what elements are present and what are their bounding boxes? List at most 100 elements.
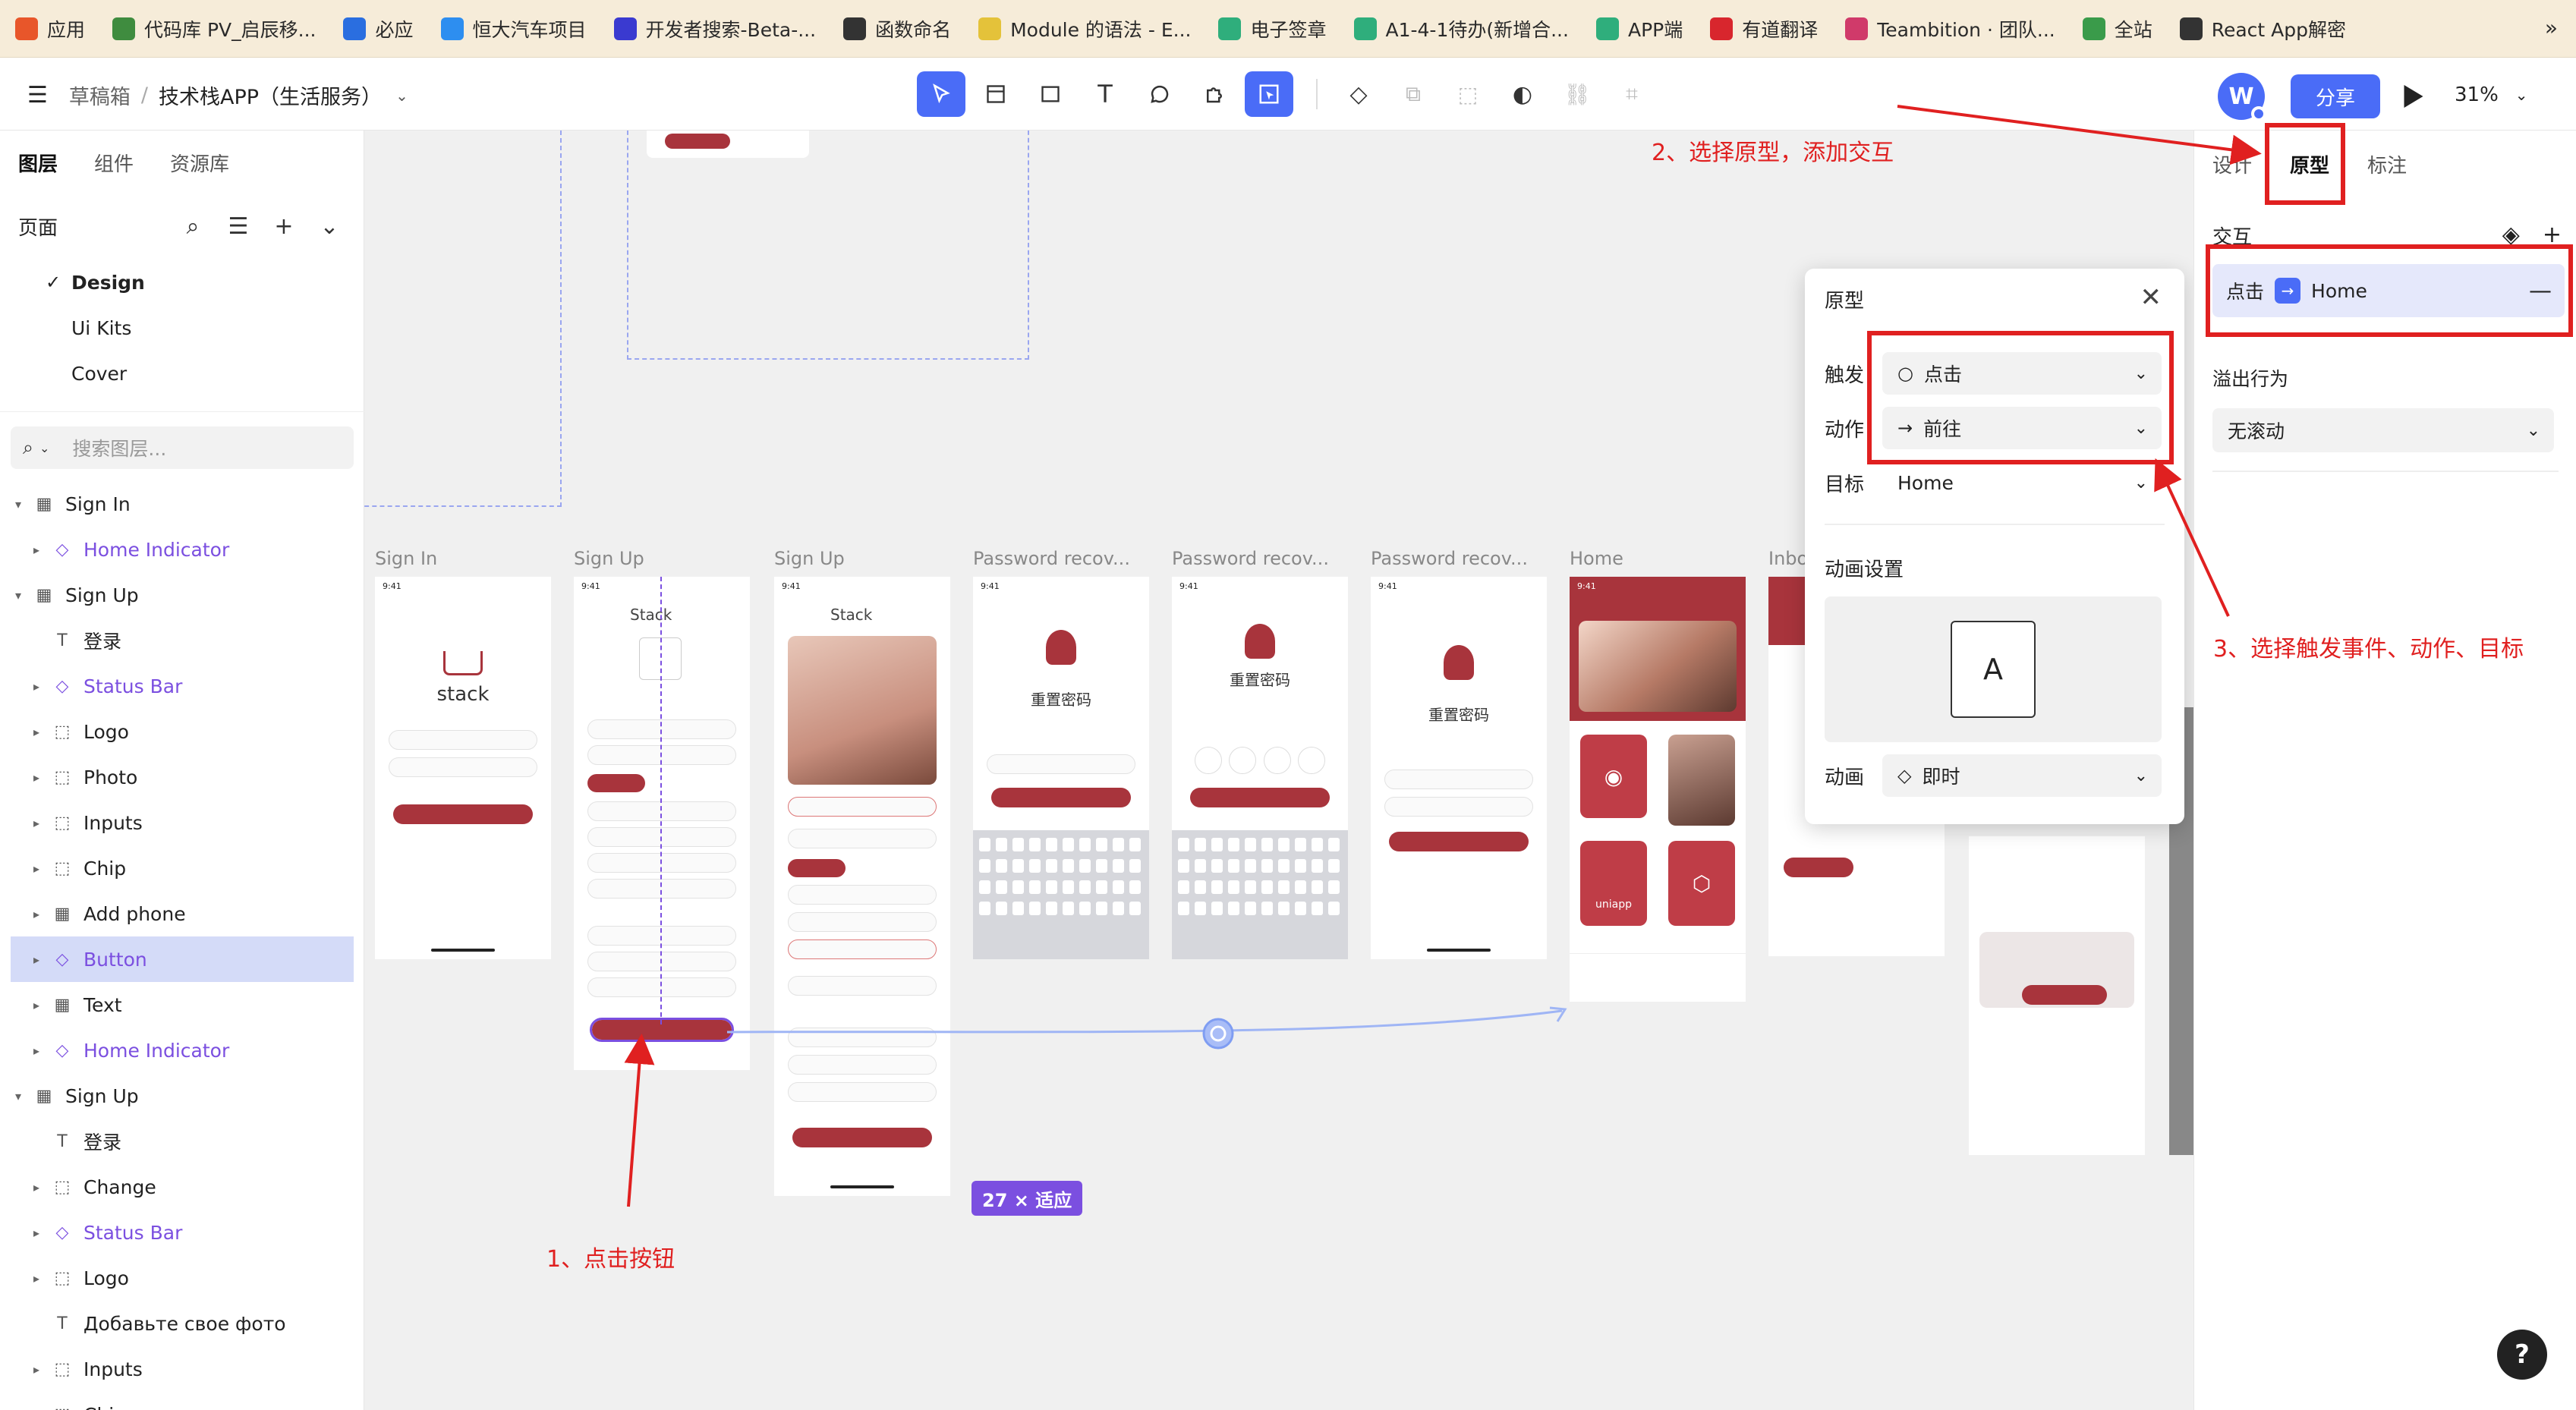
keyboard-key[interactable] (1195, 902, 1206, 915)
layer-row[interactable]: ▸ ⬚ Chip (11, 845, 354, 891)
bookmark-item[interactable]: 开发者搜索-Beta-... (613, 15, 816, 42)
page-item-cover[interactable]: Cover (0, 351, 364, 396)
keyboard-key[interactable] (1278, 859, 1290, 873)
keyboard-key[interactable] (1211, 859, 1223, 873)
keyboard-key[interactable] (979, 859, 990, 873)
page-item-design[interactable]: ✓ Design (0, 260, 364, 305)
submit-button[interactable] (792, 1128, 932, 1147)
keyboard-key[interactable] (1129, 859, 1141, 873)
uniapp-tile[interactable]: uniapp (1580, 841, 1647, 926)
layer-row[interactable]: ▾ ▦ Sign In (11, 481, 354, 527)
input-field[interactable] (587, 827, 736, 847)
bookmark-item[interactable]: 代码库 PV_启辰移... (112, 15, 316, 42)
submit-button[interactable] (1190, 788, 1330, 807)
layer-row[interactable]: T 登录 (11, 1119, 354, 1164)
keyboard-key[interactable] (1063, 880, 1074, 894)
caret-right-icon[interactable]: ▸ (29, 679, 44, 694)
phone-frame-password-recovery-2[interactable]: 9:41 重置密码 (1172, 577, 1348, 959)
zoom-select[interactable]: 31% ⌄ (2455, 83, 2528, 106)
input-field[interactable] (1384, 770, 1533, 789)
keyboard-key[interactable] (1261, 838, 1273, 851)
project-title[interactable]: 技术栈APP（生活服务） (159, 80, 382, 110)
keyboard-key[interactable] (1096, 838, 1107, 851)
layer-row[interactable]: ▾ ▦ Sign Up (11, 572, 354, 618)
input-field[interactable] (587, 745, 736, 765)
frame-label[interactable]: Password recov... (973, 548, 1130, 569)
bookmarks-more-icon[interactable]: » (2545, 15, 2558, 40)
animation-select[interactable]: ◇ 即时 ⌄ (1882, 754, 2162, 797)
keyboard-key[interactable] (1261, 859, 1273, 873)
caret-right-icon[interactable]: ▸ (29, 907, 44, 921)
prototype-tool-button[interactable] (1245, 71, 1293, 117)
keyboard-key[interactable] (1079, 859, 1091, 873)
keyboard-key[interactable] (1195, 859, 1206, 873)
input-field[interactable] (788, 1028, 937, 1047)
layer-row[interactable]: ▸ ⬚ Chip (11, 1392, 354, 1410)
bookmark-item[interactable]: 恒大汽车项目 (440, 15, 587, 42)
keyboard-key[interactable] (1079, 902, 1091, 915)
keyboard-key[interactable] (1312, 880, 1323, 894)
tab-layers[interactable]: 图层 (18, 149, 58, 177)
submit-button[interactable] (991, 788, 1131, 807)
bookmark-item[interactable]: A1-4-1待办(新增合... (1353, 15, 1569, 42)
keyboard-key[interactable] (1046, 902, 1057, 915)
keyboard-key[interactable] (1245, 880, 1256, 894)
caret-right-icon[interactable]: ▸ (29, 1226, 44, 1240)
tab-annotation[interactable]: 标注 (2367, 150, 2407, 178)
input-field[interactable] (788, 797, 937, 817)
menu-icon[interactable]: ☰ (27, 82, 48, 109)
layer-row[interactable]: T 登录 (11, 618, 354, 663)
input-field[interactable] (587, 926, 736, 946)
keyboard-key[interactable] (1096, 880, 1107, 894)
keyboard-key[interactable] (1228, 859, 1239, 873)
camera-tile[interactable]: ◉ (1580, 735, 1647, 818)
caret-down-icon[interactable]: ▾ (11, 497, 26, 511)
tab-assets[interactable]: 资源库 (170, 149, 229, 177)
keyboard-key[interactable] (1012, 902, 1024, 915)
keyboard-key[interactable] (1012, 838, 1024, 851)
caret-right-icon[interactable]: ▸ (29, 952, 44, 967)
frame-label[interactable]: Sign Up (574, 548, 644, 569)
layer-row[interactable]: ▸ ◇ Home Indicator (11, 527, 354, 572)
keyboard-key[interactable] (1029, 838, 1041, 851)
caret-right-icon[interactable]: ▸ (29, 1362, 44, 1377)
layer-row[interactable]: ▸ ▦ Text (11, 982, 354, 1028)
keyboard-key[interactable] (1046, 838, 1057, 851)
keyboard-key[interactable] (1096, 859, 1107, 873)
keyboard-key[interactable] (979, 838, 990, 851)
input-field[interactable] (788, 829, 937, 848)
text-tool-button[interactable]: T (1081, 71, 1129, 117)
login-button[interactable] (393, 804, 533, 824)
chevron-down-icon[interactable]: ⌄ (307, 213, 352, 240)
selected-button[interactable] (590, 1018, 734, 1042)
drafts-link[interactable]: 草稿箱 (69, 80, 131, 110)
caret-down-icon[interactable]: ▾ (11, 588, 26, 603)
keyboard-key[interactable] (996, 880, 1007, 894)
keyboard-key[interactable] (996, 902, 1007, 915)
keyboard-key[interactable] (1063, 902, 1074, 915)
frame-label[interactable]: Home (1570, 548, 1623, 569)
keyboard-key[interactable] (1261, 902, 1273, 915)
component-tool-button[interactable]: ◇ (1334, 71, 1383, 117)
keyboard-key[interactable] (1063, 838, 1074, 851)
frame-label[interactable]: Password recov... (1371, 548, 1528, 569)
page-item-ui-kits[interactable]: Ui Kits (0, 305, 364, 351)
bookmark-item[interactable]: 电子签章 (1218, 15, 1327, 42)
keyboard-key[interactable] (1129, 902, 1141, 915)
layer-row[interactable]: T Добавьте свое фото (11, 1301, 354, 1346)
keyboard-key[interactable] (1228, 902, 1239, 915)
close-icon[interactable]: ✕ (2140, 282, 2162, 313)
keyboard-key[interactable] (1063, 859, 1074, 873)
card-button[interactable] (2022, 985, 2107, 1005)
comment-tool-button[interactable] (1135, 71, 1184, 117)
caret-right-icon[interactable]: ▸ (29, 543, 44, 557)
avatar[interactable]: W (2218, 73, 2266, 121)
layer-search-input[interactable]: ⌕ ⌄ 搜索图层... (11, 426, 354, 469)
keyboard-key[interactable] (1261, 880, 1273, 894)
frame-label[interactable]: Sign Up (774, 548, 845, 569)
keyboard[interactable] (973, 830, 1149, 959)
keyboard-key[interactable] (1312, 838, 1323, 851)
keyboard-key[interactable] (1012, 859, 1024, 873)
keyboard-key[interactable] (1113, 902, 1124, 915)
bookmark-item[interactable]: Teambition · 团队... (1845, 15, 2055, 42)
